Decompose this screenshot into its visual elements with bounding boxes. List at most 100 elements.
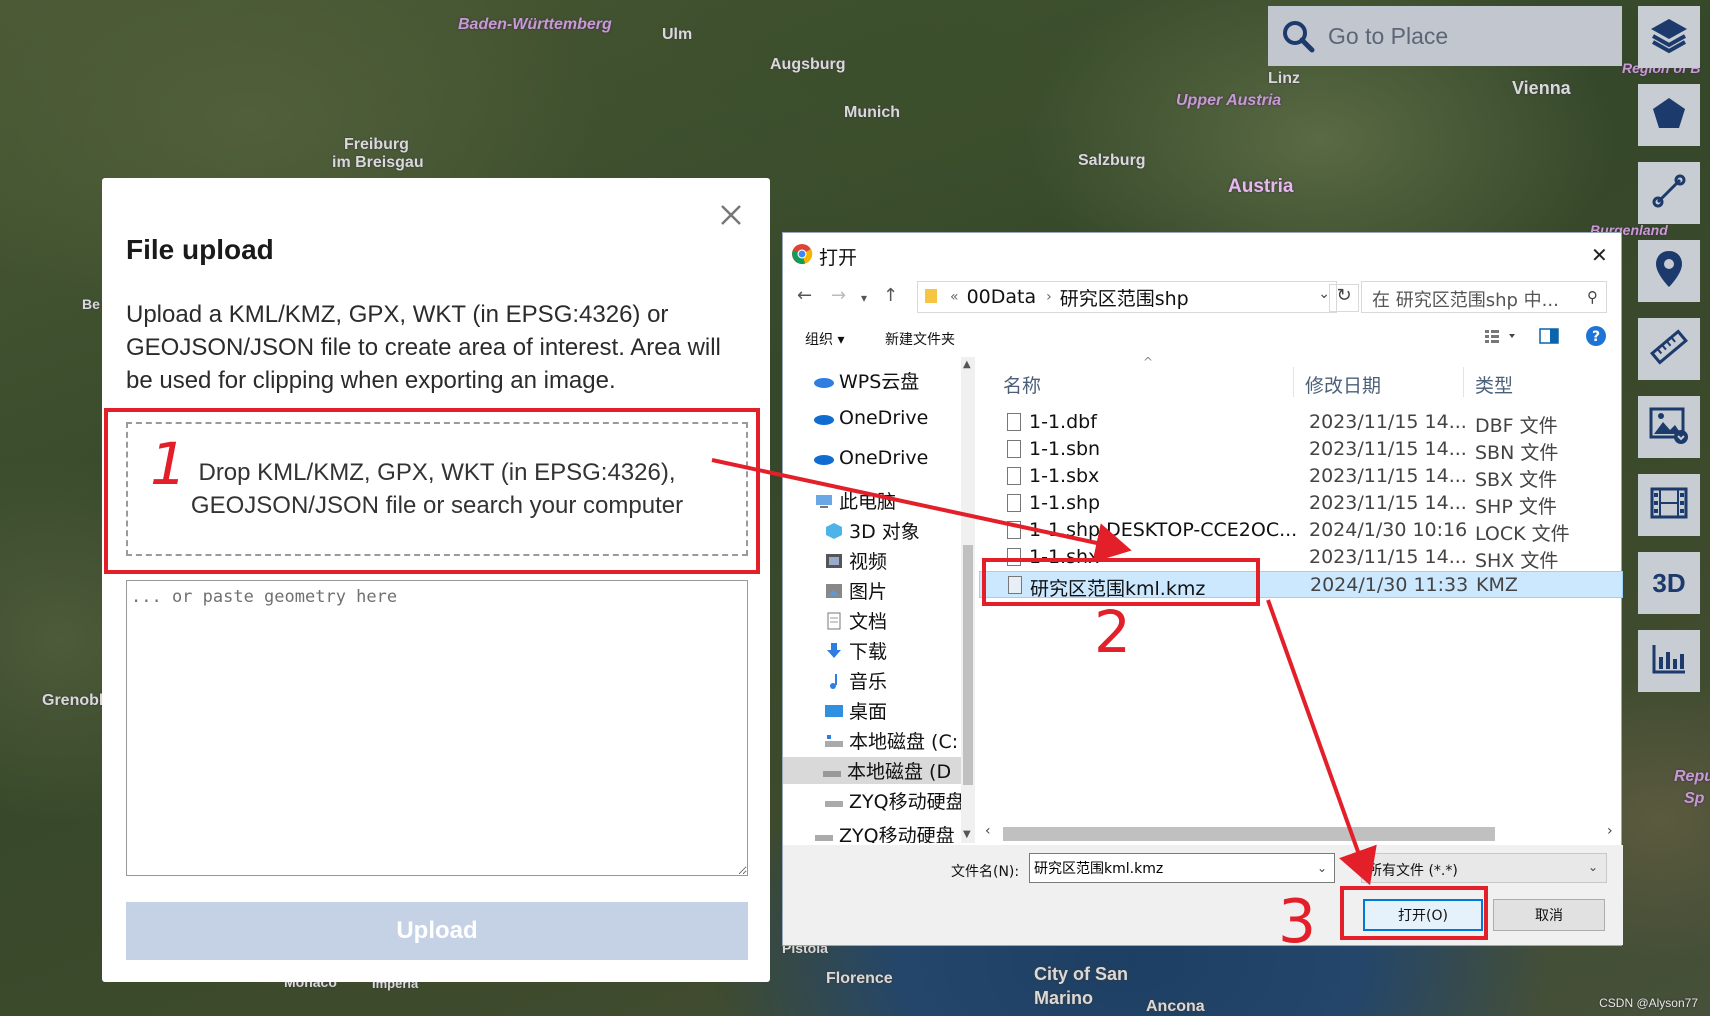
tree-item-videos[interactable]: 视频: [823, 547, 887, 574]
address-bar[interactable]: « 00Data › 研究区范围shp ⌄: [917, 281, 1337, 313]
tree-item-onedrive[interactable]: OneDrive: [813, 447, 928, 469]
tree-item-onedrive[interactable]: OneDrive: [813, 407, 928, 429]
export-image-button[interactable]: [1638, 396, 1700, 458]
file-dropzone[interactable]: Drop KML/KMZ, GPX, WKT (in EPSG:4326), G…: [126, 422, 748, 556]
polygon-icon: [1651, 95, 1687, 136]
forward-arrow-icon[interactable]: →: [831, 285, 846, 306]
close-icon[interactable]: [716, 200, 746, 230]
modal-description: Upload a KML/KMZ, GPX, WKT (in EPSG:4326…: [126, 301, 721, 394]
chrome-icon: [791, 243, 813, 269]
filename-input[interactable]: [1029, 853, 1335, 883]
file-row[interactable]: 1-1.sbn 2023/11/15 14... SBN 文件: [979, 436, 1623, 464]
folder-icon: [924, 286, 940, 309]
chevron-up-icon[interactable]: ▲: [963, 359, 971, 370]
tree-item-drive-c[interactable]: 本地磁盘 (C:: [823, 727, 958, 754]
place-marker-button[interactable]: [1638, 240, 1700, 302]
sort-up-icon: ^: [1143, 355, 1154, 369]
computer-icon: [813, 492, 835, 510]
tree-scrollbar[interactable]: ▲ ▼: [961, 357, 975, 843]
marker-icon: [1653, 249, 1685, 294]
tree-item-this-pc[interactable]: 此电脑: [813, 487, 896, 514]
chevron-down-icon[interactable]: ▼: [963, 829, 971, 840]
open-button[interactable]: 打开(O): [1363, 899, 1483, 931]
scrollbar-thumb[interactable]: [1003, 827, 1495, 841]
chevron-left-icon[interactable]: ‹: [985, 823, 991, 839]
tree-item-pictures[interactable]: 图片: [823, 577, 887, 604]
map-label: Grenobl: [42, 692, 104, 709]
close-icon[interactable]: ✕: [1591, 243, 1608, 267]
film-icon: [1650, 487, 1688, 524]
cloud-icon: [813, 449, 835, 467]
refresh-icon[interactable]: ↻: [1329, 284, 1359, 312]
filename-label: 文件名(N):: [951, 864, 1020, 880]
help-icon[interactable]: ?: [1585, 325, 1607, 351]
dialog-command-bar: 组织 ▾ 新建文件夹 ?: [783, 319, 1623, 357]
chevron-right-icon[interactable]: ›: [1607, 823, 1613, 839]
column-divider[interactable]: [1463, 367, 1464, 397]
tree-item-usb-drive[interactable]: ZYQ移动硬盘: [823, 787, 965, 814]
search-icon: [1268, 6, 1328, 66]
chart-icon: [1651, 643, 1687, 680]
file-row-selected[interactable]: 研究区范围kml.kmz 2024/1/30 11:33 KMZ: [979, 571, 1623, 600]
cloud-icon: [813, 372, 835, 390]
measure-button[interactable]: [1638, 318, 1700, 380]
navigation-tree: WPS云盘 OneDrive OneDrive 此电脑 3D 对象 视频 图片 …: [783, 357, 975, 843]
3d-view-button[interactable]: 3D: [1638, 552, 1700, 614]
file-row[interactable]: 1-1.shp 2023/11/15 14... SHP 文件: [979, 490, 1623, 518]
cancel-button[interactable]: 取消: [1493, 899, 1605, 931]
line-icon: [1651, 173, 1687, 214]
tree-item-downloads[interactable]: 下载: [823, 637, 887, 664]
statistics-button[interactable]: [1638, 630, 1700, 692]
draw-line-button[interactable]: [1638, 162, 1700, 224]
up-arrow-icon[interactable]: ↑: [883, 285, 898, 306]
go-to-place-search[interactable]: [1268, 6, 1622, 66]
column-header-type[interactable]: 类型: [1475, 371, 1513, 398]
filetype-select[interactable]: 所有文件 (*.*) ⌄: [1361, 853, 1607, 883]
timelapse-button[interactable]: [1638, 474, 1700, 536]
folder-search-input[interactable]: 在 研究区范围shp 中... ⚲: [1361, 281, 1607, 313]
chevron-down-icon[interactable]: ⌄: [1317, 861, 1327, 875]
tree-item-3d[interactable]: 3D 对象: [823, 517, 920, 544]
geometry-paste-input[interactable]: [126, 580, 748, 876]
dialog-title: 打开: [819, 247, 858, 269]
tree-item-documents[interactable]: 文档: [823, 607, 887, 634]
chevron-down-icon[interactable]: ▾: [861, 291, 867, 305]
column-divider[interactable]: [1293, 367, 1294, 397]
tree-item-desktop[interactable]: 桌面: [823, 697, 887, 724]
file-row[interactable]: 1-1.dbf 2023/11/15 14... DBF 文件: [979, 409, 1623, 437]
file-row[interactable]: 1-1.shp.DESKTOP-CCE2OC... 2024/1/30 10:16…: [979, 517, 1623, 545]
ruler-icon: [1650, 328, 1688, 371]
dialog-titlebar: 打开 ✕: [783, 233, 1623, 273]
tree-item-wps[interactable]: WPS云盘: [813, 367, 919, 394]
draw-polygon-button[interactable]: [1638, 84, 1700, 146]
preview-pane-icon[interactable]: [1539, 327, 1559, 349]
search-input[interactable]: [1328, 22, 1608, 50]
layers-icon: [1649, 15, 1689, 60]
map-label: Salzburg: [1078, 152, 1146, 169]
tree-item-usb-drive[interactable]: ZYQ移动硬盘: [813, 821, 955, 843]
watermark: CSDN @Alyson77: [1599, 996, 1698, 1010]
map-label: Be: [82, 296, 100, 312]
organize-menu[interactable]: 组织 ▾: [805, 329, 844, 349]
horizontal-scrollbar[interactable]: ‹ ›: [979, 823, 1623, 843]
column-header-date[interactable]: 修改日期: [1305, 371, 1381, 398]
file-icon: [1007, 494, 1021, 512]
breadcrumb-item[interactable]: 研究区范围shp: [1060, 284, 1189, 311]
map-label: City of San: [1034, 964, 1129, 984]
drive-icon: [821, 762, 843, 780]
image-export-icon: [1648, 404, 1690, 451]
layers-button[interactable]: [1638, 6, 1700, 68]
back-arrow-icon[interactable]: ←: [797, 285, 812, 306]
upload-button[interactable]: Upload: [126, 902, 748, 960]
new-folder-button[interactable]: 新建文件夹: [885, 329, 955, 349]
column-header-name[interactable]: 名称: [1003, 371, 1041, 398]
breadcrumb-item[interactable]: 00Data: [967, 286, 1037, 308]
scrollbar-thumb[interactable]: [963, 545, 973, 785]
file-row[interactable]: 1-1.sbx 2023/11/15 14... SBX 文件: [979, 463, 1623, 491]
file-icon: [1007, 440, 1021, 458]
tree-item-drive-d[interactable]: 本地磁盘 (D: [783, 757, 961, 784]
view-options-icon[interactable]: [1483, 327, 1517, 349]
file-row[interactable]: 1-1.shx 2023/11/15 14... SHX 文件: [979, 544, 1623, 572]
tree-item-music[interactable]: 音乐: [823, 667, 887, 694]
3d-icon: 3D: [1652, 567, 1686, 598]
